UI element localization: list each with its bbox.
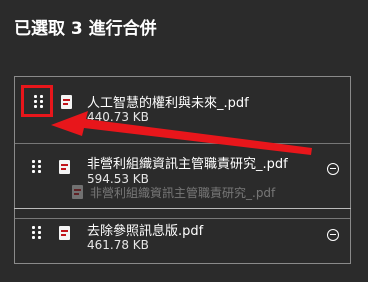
list-item: 非營利組織資訊主管職責研究_.pdf 594.53 KB [15, 143, 350, 218]
file-size: 461.78 KB [87, 238, 149, 252]
remove-file-button[interactable] [327, 163, 339, 175]
drag-handle-icon[interactable] [32, 226, 42, 240]
drag-ghost-file-name: 非營利組織資訊主管職責研究_.pdf [90, 186, 276, 200]
file-size: 440.73 KB [87, 110, 149, 124]
drag-handle-icon[interactable] [32, 160, 42, 174]
list-item: 人工智慧的權利與未來_.pdf 440.73 KB [15, 77, 350, 142]
pdf-file-icon [72, 185, 83, 199]
drop-indicator [14, 208, 351, 209]
file-list: 人工智慧的權利與未來_.pdf 440.73 KB 非營利組織資訊主管職責研究_… [14, 76, 351, 264]
file-name: 去除參照訊息版.pdf [87, 224, 204, 239]
annotation-highlight-box [21, 85, 53, 117]
pdf-file-icon [61, 95, 72, 109]
file-name: 非營利組織資訊主管職責研究_.pdf [87, 157, 288, 172]
list-item: 去除參照訊息版.pdf 461.78 KB [15, 218, 350, 264]
file-name: 人工智慧的權利與未來_.pdf [87, 96, 249, 111]
pdf-file-icon [59, 226, 70, 240]
page-title: 已選取 3 進行合併 [14, 19, 157, 39]
pdf-file-icon [59, 160, 70, 174]
remove-file-button[interactable] [327, 229, 339, 241]
drag-ghost-item: 非營利組織資訊主管職責研究_.pdf [62, 182, 275, 201]
